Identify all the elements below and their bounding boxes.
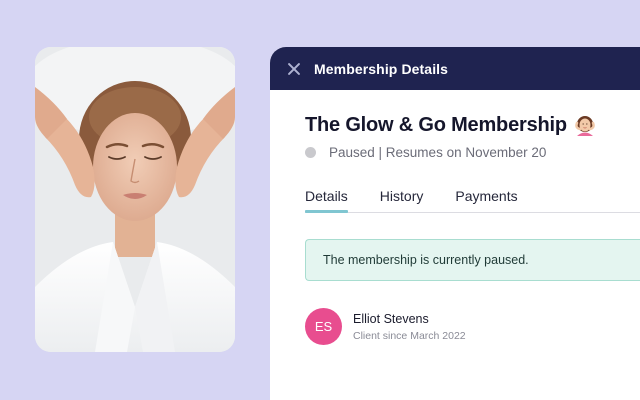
client-name[interactable]: Elliot Stevens bbox=[353, 312, 466, 326]
alert-text: The membership is currently paused. bbox=[323, 253, 529, 267]
status-dot-icon bbox=[305, 146, 316, 158]
status-text: Paused | Resumes on November 20 bbox=[329, 144, 547, 160]
membership-details-panel: Membership Details The Glow & Go Members… bbox=[270, 47, 640, 400]
panel-body: The Glow & Go Membership Paused | Resume… bbox=[270, 90, 640, 345]
status-row: Paused | Resumes on November 20 bbox=[305, 143, 640, 161]
membership-title-row: The Glow & Go Membership bbox=[305, 110, 640, 140]
membership-title: The Glow & Go Membership bbox=[305, 113, 567, 136]
spa-photo-illustration bbox=[35, 47, 235, 352]
tab-details[interactable]: Details bbox=[305, 186, 348, 213]
tab-history[interactable]: History bbox=[380, 186, 424, 212]
woman-getting-massage-icon bbox=[575, 116, 595, 136]
avatar[interactable]: ES bbox=[305, 308, 342, 345]
spa-photo bbox=[35, 47, 235, 352]
close-icon[interactable] bbox=[286, 61, 302, 77]
panel-header-title: Membership Details bbox=[314, 60, 449, 77]
panel-header: Membership Details bbox=[270, 47, 640, 90]
client-row[interactable]: ES Elliot Stevens Client since March 202… bbox=[305, 308, 640, 345]
client-since: Client since March 2022 bbox=[353, 329, 466, 342]
client-info: Elliot Stevens Client since March 2022 bbox=[353, 312, 466, 342]
tab-payments[interactable]: Payments bbox=[455, 186, 517, 212]
tab-bar: Details History Payments bbox=[305, 186, 640, 213]
paused-alert: The membership is currently paused. bbox=[305, 239, 640, 281]
